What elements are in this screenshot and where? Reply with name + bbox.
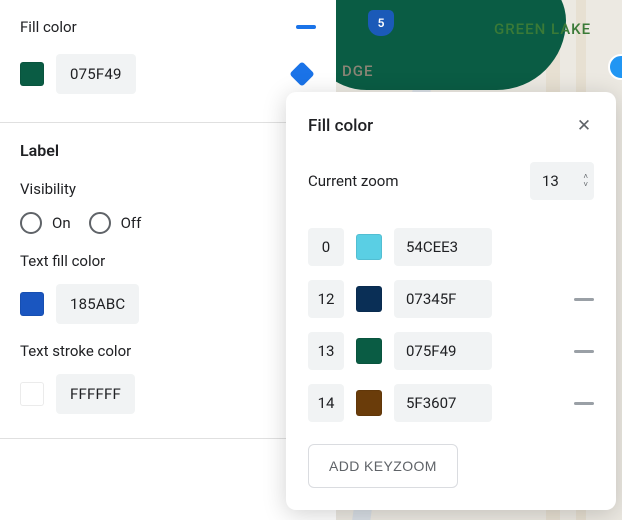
add-keyzoom-button[interactable]: ADD KEYZOOM: [308, 444, 458, 488]
current-zoom-stepper[interactable]: 13 ˄ ˅: [530, 162, 594, 200]
highway-shield-icon: 5: [368, 10, 394, 36]
fill-color-header: Fill color: [20, 18, 316, 36]
popup-title: Fill color: [308, 116, 373, 136]
text-stroke-value[interactable]: FFFFFF: [56, 374, 135, 414]
visibility-label: Visibility: [20, 180, 316, 198]
zoom-stop-row: 13 075F49: [308, 332, 594, 370]
stop-color-swatch[interactable]: [356, 390, 382, 416]
text-stroke-label: Text stroke color: [20, 342, 316, 360]
visibility-on-radio[interactable]: On: [20, 212, 71, 234]
map-marker-icon: [608, 54, 622, 80]
zoom-stop-row: 12 07345F: [308, 280, 594, 318]
text-fill-swatch[interactable]: [20, 292, 44, 316]
visibility-radio-group: On Off: [20, 212, 316, 234]
zoom-level-input[interactable]: 14: [308, 384, 344, 422]
fill-color-label: Fill color: [20, 18, 77, 36]
text-fill-row: 185ABC: [20, 284, 316, 324]
fill-color-swatch[interactable]: [20, 62, 44, 86]
visibility-off-text: Off: [121, 214, 142, 232]
zoom-level-input[interactable]: 12: [308, 280, 344, 318]
section-title-label: Label: [20, 141, 316, 160]
current-zoom-label: Current zoom: [308, 172, 399, 190]
stop-hex-input[interactable]: 5F3607: [394, 384, 492, 422]
remove-stop-icon[interactable]: [574, 402, 594, 405]
chevron-down-icon[interactable]: ˅: [583, 182, 588, 188]
zoom-level-input[interactable]: 0: [308, 228, 344, 266]
fill-color-popup: Fill color Current zoom 13 ˄ ˅ 0 54CEE3 12…: [286, 92, 616, 510]
zoom-stop-row: 14 5F3607: [308, 384, 594, 422]
current-zoom-value: 13: [542, 172, 559, 190]
radio-circle-icon: [20, 212, 42, 234]
popup-header: Fill color: [308, 116, 594, 136]
stop-hex-input[interactable]: 075F49: [394, 332, 492, 370]
stop-hex-input[interactable]: 07345F: [394, 280, 492, 318]
fill-color-row: 075F49: [20, 54, 316, 94]
stop-color-swatch[interactable]: [356, 338, 382, 364]
stop-color-swatch[interactable]: [356, 286, 382, 312]
stop-hex-input[interactable]: 54CEE3: [394, 228, 492, 266]
zoom-stops-list: 0 54CEE3 12 07345F 13 075F49 14 5F3607: [308, 228, 594, 422]
zoom-stop-row: 0 54CEE3: [308, 228, 594, 266]
text-stroke-swatch[interactable]: [20, 382, 44, 406]
zoom-level-input[interactable]: 13: [308, 332, 344, 370]
close-icon[interactable]: [574, 116, 594, 136]
visibility-on-text: On: [52, 214, 71, 232]
remove-stop-icon[interactable]: [574, 298, 594, 301]
text-fill-value[interactable]: 185ABC: [56, 284, 139, 324]
remove-stop-icon[interactable]: [574, 350, 594, 353]
stepper-arrows[interactable]: ˄ ˅: [583, 174, 588, 188]
text-stroke-row: FFFFFF: [20, 374, 316, 414]
stop-color-swatch[interactable]: [356, 234, 382, 260]
map-place-label: GREEN LAKE: [494, 20, 591, 38]
collapse-icon[interactable]: [296, 25, 316, 29]
visibility-off-radio[interactable]: Off: [89, 212, 142, 234]
text-fill-label: Text fill color: [20, 252, 316, 270]
current-zoom-row: Current zoom 13 ˄ ˅: [308, 162, 594, 200]
fill-color-value[interactable]: 075F49: [56, 54, 136, 94]
map-area-label: DGE: [342, 62, 373, 80]
radio-circle-icon: [89, 212, 111, 234]
